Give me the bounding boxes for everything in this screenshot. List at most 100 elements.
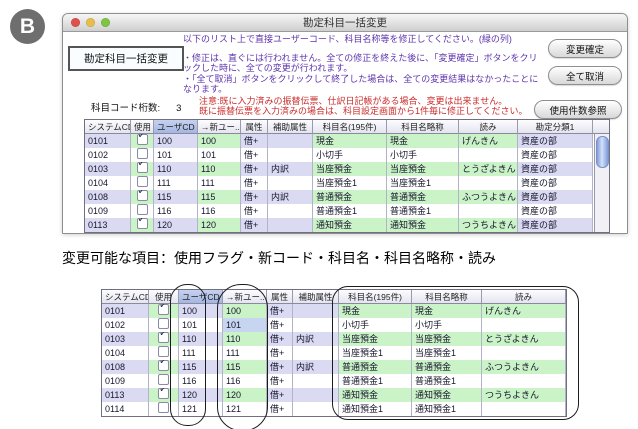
cell-name[interactable]: 通知預金 bbox=[339, 388, 412, 402]
cell-used[interactable] bbox=[149, 374, 179, 388]
checkbox-checked-icon[interactable] bbox=[137, 190, 148, 201]
usage-count-button[interactable]: 使用件数参照 bbox=[534, 100, 622, 119]
cell-yomi[interactable] bbox=[459, 148, 518, 162]
zoom-icon[interactable] bbox=[101, 18, 110, 27]
column-header-short-name[interactable]: 科目名略称 bbox=[387, 120, 459, 134]
cell-short-name[interactable]: 当座預金1 bbox=[412, 346, 482, 360]
cell-yomi[interactable]: ふつうよきん bbox=[482, 360, 566, 374]
cell-new-cd[interactable]: 101 bbox=[198, 148, 241, 162]
cell-short-name[interactable]: 普通預金 bbox=[412, 360, 482, 374]
column-header-user-cd[interactable]: ユーザCD▲ bbox=[154, 120, 198, 134]
cell-name[interactable]: 当座預金1 bbox=[313, 176, 387, 190]
cell-name[interactable]: 普通預金 bbox=[339, 360, 412, 374]
checkbox-checked-icon[interactable] bbox=[137, 218, 148, 229]
column-header-name[interactable]: 科目名(195件) bbox=[313, 120, 387, 134]
cell-short-name[interactable]: 当座預金 bbox=[387, 162, 459, 176]
cell-new-cd[interactable]: 101 bbox=[223, 318, 267, 332]
cell-name[interactable]: 現金 bbox=[313, 134, 387, 148]
cell-used[interactable] bbox=[149, 402, 179, 416]
cell-used[interactable] bbox=[131, 190, 154, 204]
cell-yomi[interactable]: とうざよきん bbox=[459, 162, 518, 176]
cell-new-cd[interactable]: 116 bbox=[223, 374, 267, 388]
cell-short-name[interactable]: 普通預金1 bbox=[412, 374, 482, 388]
cell-yomi[interactable]: げんきん bbox=[482, 304, 566, 318]
cell-used[interactable] bbox=[131, 218, 154, 232]
column-header-used[interactable]: 使用 bbox=[149, 290, 179, 304]
cell-yomi[interactable] bbox=[482, 318, 566, 332]
cell-short-name[interactable]: 通知預金 bbox=[412, 388, 482, 402]
cell-yomi[interactable]: つうちよきん bbox=[459, 218, 518, 232]
cell-new-cd[interactable]: 120 bbox=[223, 388, 267, 402]
cell-name[interactable]: 通知預金1 bbox=[339, 402, 412, 416]
cell-yomi[interactable] bbox=[459, 204, 518, 218]
cell-new-cd[interactable]: 121 bbox=[223, 402, 267, 416]
cell-new-cd[interactable]: 116 bbox=[198, 204, 241, 218]
cell-yomi[interactable] bbox=[482, 402, 566, 416]
checkbox-unchecked-icon[interactable] bbox=[158, 346, 169, 357]
cell-name[interactable]: 小切手 bbox=[339, 318, 412, 332]
cell-new-cd[interactable]: 120 bbox=[198, 218, 241, 232]
close-icon[interactable] bbox=[71, 18, 80, 27]
cell-new-cd[interactable]: 115 bbox=[223, 360, 267, 374]
cell-short-name[interactable]: 普通預金 bbox=[387, 190, 459, 204]
cell-used[interactable] bbox=[149, 332, 179, 346]
minimize-icon[interactable] bbox=[86, 18, 95, 27]
cell-new-cd[interactable]: 110 bbox=[198, 162, 241, 176]
checkbox-checked-icon[interactable] bbox=[158, 360, 169, 371]
cell-short-name[interactable]: 小切手 bbox=[412, 318, 482, 332]
checkbox-unchecked-icon[interactable] bbox=[137, 176, 148, 187]
column-header-name[interactable]: 科目名(195件) bbox=[339, 290, 412, 304]
cell-used[interactable] bbox=[131, 162, 154, 176]
confirm-change-button[interactable]: 変更確定 bbox=[548, 39, 622, 58]
column-header-yomi[interactable]: 読み bbox=[459, 120, 518, 134]
column-header-attr[interactable]: 属性 bbox=[267, 290, 293, 304]
checkbox-checked-icon[interactable] bbox=[158, 388, 169, 399]
cell-name[interactable]: 普通預金1 bbox=[313, 204, 387, 218]
checkbox-checked-icon[interactable] bbox=[158, 304, 169, 315]
vertical-scrollbar[interactable] bbox=[594, 134, 609, 232]
cell-yomi[interactable]: ふつうよきん bbox=[459, 190, 518, 204]
cell-yomi[interactable] bbox=[459, 176, 518, 190]
cell-yomi[interactable]: げんきん bbox=[459, 134, 518, 148]
cell-yomi[interactable] bbox=[482, 346, 566, 360]
column-header-new-cd[interactable]: →新ユー... bbox=[223, 290, 267, 304]
cell-yomi[interactable]: つうちよきん bbox=[482, 388, 566, 402]
column-header-system-cd[interactable]: システムCD bbox=[85, 120, 131, 134]
cancel-all-button[interactable]: 全て取消 bbox=[548, 66, 622, 85]
cell-short-name[interactable]: 小切手 bbox=[387, 148, 459, 162]
cell-used[interactable] bbox=[131, 176, 154, 190]
cell-used[interactable] bbox=[149, 360, 179, 374]
cell-used[interactable] bbox=[149, 318, 179, 332]
cell-yomi[interactable] bbox=[482, 374, 566, 388]
checkbox-unchecked-icon[interactable] bbox=[137, 148, 148, 159]
cell-short-name[interactable]: 現金 bbox=[387, 134, 459, 148]
checkbox-checked-icon[interactable] bbox=[158, 332, 169, 343]
cell-name[interactable]: 当座預金 bbox=[313, 162, 387, 176]
cell-name[interactable]: 現金 bbox=[339, 304, 412, 318]
checkbox-unchecked-icon[interactable] bbox=[158, 318, 169, 329]
checkbox-checked-icon[interactable] bbox=[137, 134, 148, 145]
column-header-system-cd[interactable]: システムCD bbox=[102, 290, 149, 304]
cell-new-cd[interactable]: 111 bbox=[223, 346, 267, 360]
cell-used[interactable] bbox=[131, 148, 154, 162]
column-header-attr[interactable]: 属性 bbox=[241, 120, 268, 134]
cell-name[interactable]: 当座預金1 bbox=[339, 346, 412, 360]
cell-name[interactable]: 小切手 bbox=[313, 148, 387, 162]
column-header-new-cd[interactable]: →新ユー... bbox=[198, 120, 241, 134]
cell-new-cd[interactable]: 115 bbox=[198, 190, 241, 204]
column-header-sub-attr[interactable]: 補助属性 bbox=[293, 290, 339, 304]
column-header-short-name[interactable]: 科目名略称 bbox=[412, 290, 482, 304]
column-header-used[interactable]: 使用 bbox=[131, 120, 154, 134]
cell-yomi[interactable]: とうざよきん bbox=[482, 332, 566, 346]
cell-used[interactable] bbox=[149, 346, 179, 360]
cell-used[interactable] bbox=[131, 134, 154, 148]
cell-short-name[interactable]: 現金 bbox=[412, 304, 482, 318]
checkbox-unchecked-icon[interactable] bbox=[158, 374, 169, 385]
cell-name[interactable]: 普通預金1 bbox=[339, 374, 412, 388]
window-titlebar[interactable]: 勘定科目一括変更 bbox=[63, 14, 627, 32]
cell-short-name[interactable]: 普通預金1 bbox=[387, 204, 459, 218]
cell-used[interactable] bbox=[149, 304, 179, 318]
column-header-sub-attr[interactable]: 補助属性 bbox=[268, 120, 313, 134]
cell-short-name[interactable]: 通知預金1 bbox=[412, 402, 482, 416]
column-header-class1[interactable]: 勘定分類1 bbox=[518, 120, 593, 134]
